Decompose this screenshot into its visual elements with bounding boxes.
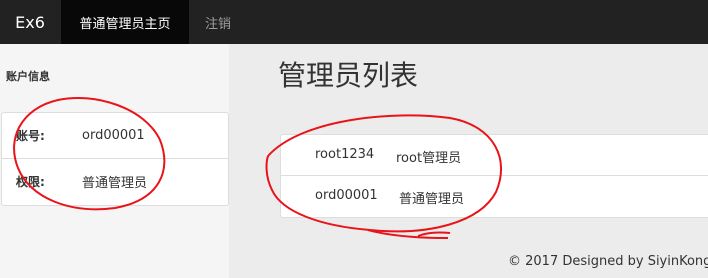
permission-row: 权限: 普通管理员 (2, 159, 228, 204)
nav-item-logout[interactable]: 注销 (196, 0, 240, 44)
account-row: 账号: ord00001 (2, 113, 228, 159)
admin-list: root1234 root管理员 ord00001 普通管理员 (280, 134, 708, 218)
nav-item-home[interactable]: 普通管理员主页 (61, 0, 189, 44)
page-title: 管理员列表 (278, 59, 419, 92)
permission-value: 普通管理员 (82, 176, 148, 191)
admin-role: root管理员 (396, 151, 462, 166)
list-item[interactable]: root1234 root管理员 (281, 135, 708, 176)
account-value: ord00001 (82, 128, 145, 143)
account-label: 账号: (16, 129, 45, 143)
footer-copyright: © 2017 Designed by SiyinKong. (508, 254, 708, 269)
top-navbar: Ex6 普通管理员主页 注销 (0, 0, 708, 44)
account-info-title: 账户信息 (6, 70, 50, 83)
list-item[interactable]: ord00001 普通管理员 (281, 176, 708, 216)
admin-username: ord00001 (315, 188, 378, 203)
brand-link[interactable]: Ex6 (0, 0, 60, 44)
admin-role: 普通管理员 (399, 192, 465, 207)
account-info-panel: 账号: ord00001 权限: 普通管理员 (1, 112, 229, 206)
admin-username: root1234 (315, 147, 375, 162)
permission-label: 权限: (16, 175, 45, 189)
annotation-stroke-tail (367, 229, 451, 239)
